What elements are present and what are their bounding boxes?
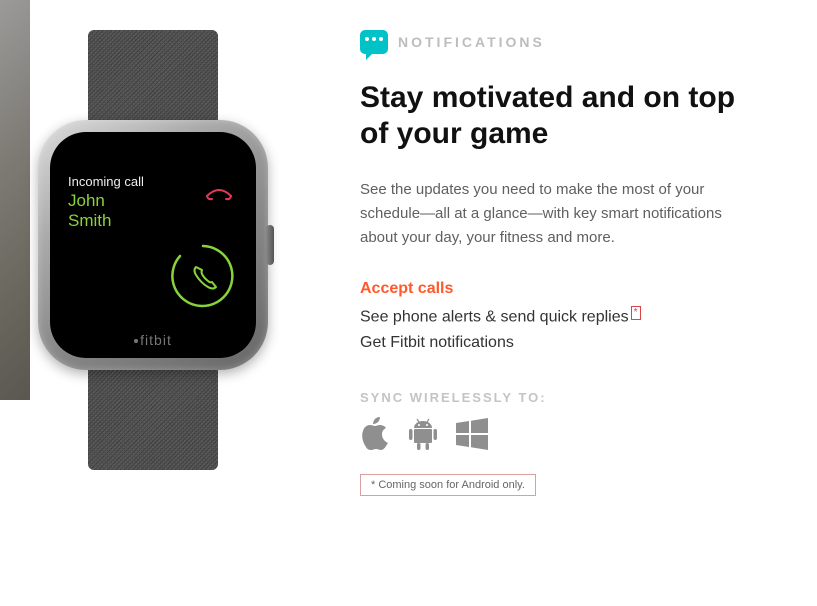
footnote: * Coming soon for Android only. <box>360 474 536 496</box>
feature-phone-alerts-text: See phone alerts & send quick replies <box>360 308 629 325</box>
caller-last: Smith <box>68 211 111 230</box>
watch-brand-logo: fitbit <box>50 332 256 348</box>
page-headline: Stay motivated and on top of your game <box>360 80 760 152</box>
background-photo-strip <box>0 0 30 400</box>
feature-phone-alerts[interactable]: See phone alerts & send quick replies* <box>360 306 777 326</box>
product-image-column: Incoming call John Smith <box>0 0 300 606</box>
feature-accept-calls[interactable]: Accept calls <box>360 280 777 298</box>
footnote-marker: * <box>631 306 641 320</box>
page-description: See the updates you need to make the mos… <box>360 178 730 250</box>
sync-label: SYNC WIRELESSLY TO: <box>360 390 777 405</box>
caller-first: John <box>68 191 105 210</box>
notifications-icon <box>360 30 388 54</box>
platform-icons <box>360 417 777 456</box>
windows-icon <box>456 418 488 455</box>
watch-band-top <box>88 30 218 120</box>
watch-screen: Incoming call John Smith <box>50 132 256 358</box>
section-label-text: NOTIFICATIONS <box>398 34 545 50</box>
apple-icon <box>360 417 390 456</box>
android-icon <box>408 417 438 456</box>
feature-list: Accept calls See phone alerts & send qui… <box>360 280 777 352</box>
section-header: NOTIFICATIONS <box>360 30 777 54</box>
watch-crown <box>266 225 274 265</box>
watch-case: Incoming call John Smith <box>38 120 268 370</box>
accept-call-icon <box>168 241 238 316</box>
watch-band-bottom <box>88 370 218 470</box>
brand-text: fitbit <box>140 332 172 348</box>
content-column: NOTIFICATIONS Stay motivated and on top … <box>300 0 817 606</box>
decline-call-icon <box>204 186 234 209</box>
watch-illustration: Incoming call John Smith <box>38 30 268 470</box>
feature-fitbit-notifications[interactable]: Get Fitbit notifications <box>360 334 777 352</box>
